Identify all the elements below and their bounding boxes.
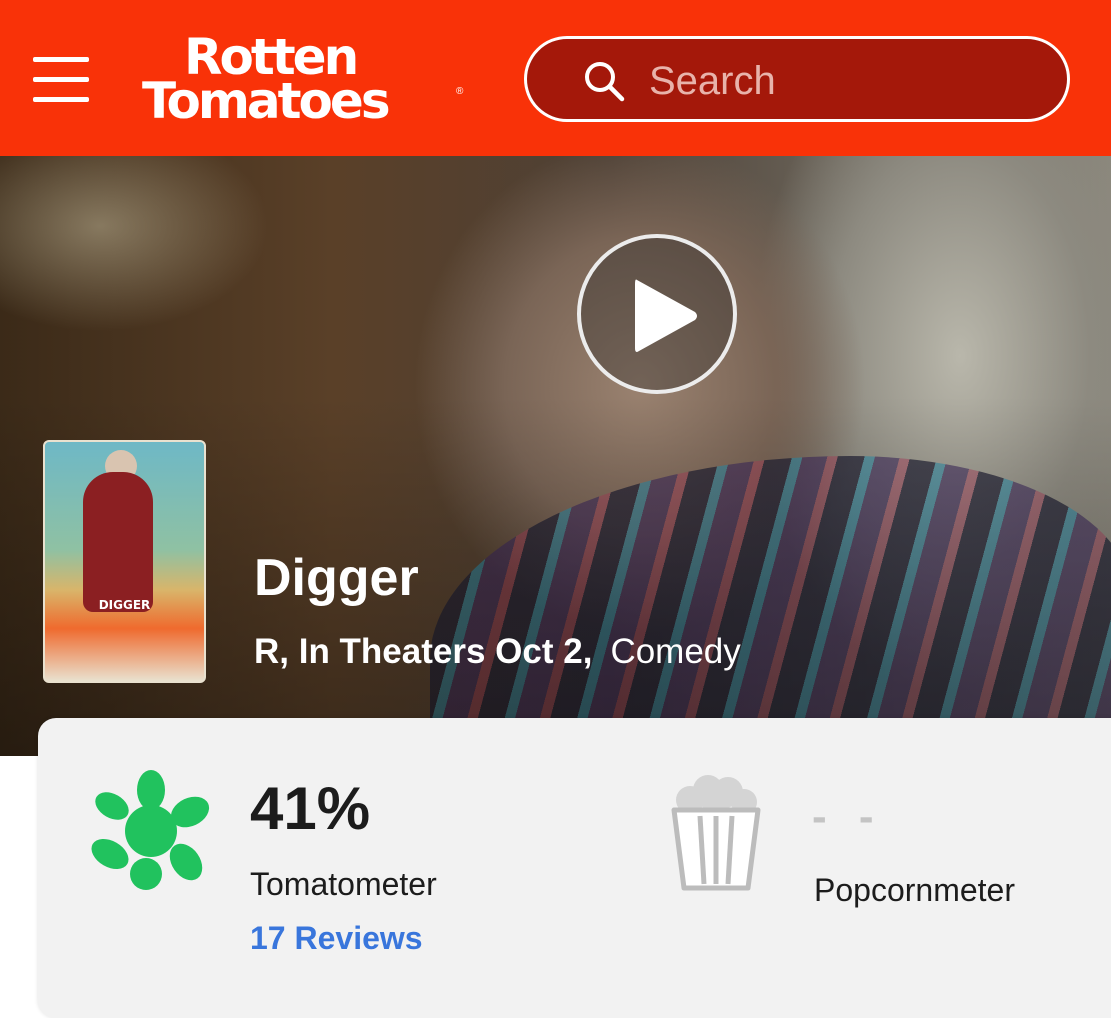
site-header: Rotten Tomatoes ®	[0, 0, 1111, 156]
rotten-tomatoes-logo[interactable]: Rotten Tomatoes ®	[142, 30, 472, 130]
scores-panel: 41% Tomatometer 17 Reviews - - Popcornme…	[38, 718, 1111, 1018]
tomatometer-score: 41%	[250, 775, 371, 842]
popcornmeter-score: - -	[812, 792, 884, 841]
green-splat-icon	[91, 770, 210, 890]
genre: Comedy	[610, 632, 741, 671]
popcorn-bucket-icon	[671, 775, 761, 891]
poster-title: DIGGER	[98, 598, 151, 612]
hamburger-line	[33, 97, 89, 102]
hamburger-line	[33, 57, 89, 62]
logo-line-2: Tomatoes	[142, 72, 391, 130]
search-input[interactable]	[647, 53, 1051, 109]
movie-title: Digger	[254, 549, 419, 607]
search-bar[interactable]	[524, 36, 1070, 122]
play-trailer-button[interactable]	[577, 234, 737, 394]
poster-figure	[83, 472, 153, 612]
hamburger-line	[33, 77, 89, 82]
movie-meta: R, In Theaters Oct 2, Comedy	[254, 632, 741, 672]
hamburger-menu-icon[interactable]	[33, 57, 89, 103]
movie-poster[interactable]: DIGGER	[43, 440, 206, 683]
rating-release-info: R, In Theaters Oct 2,	[254, 632, 593, 671]
tomatometer-label: Tomatometer	[250, 866, 437, 902]
reviews-count-link[interactable]: 17 Reviews	[250, 920, 423, 957]
registered-mark: ®	[456, 86, 464, 97]
hero-trailer-banner[interactable]: DIGGER Digger R, In Theaters Oct 2, Comed…	[0, 156, 1111, 756]
search-icon	[585, 62, 625, 102]
play-icon	[635, 279, 697, 352]
popcornmeter-label: Popcornmeter	[814, 872, 1015, 908]
